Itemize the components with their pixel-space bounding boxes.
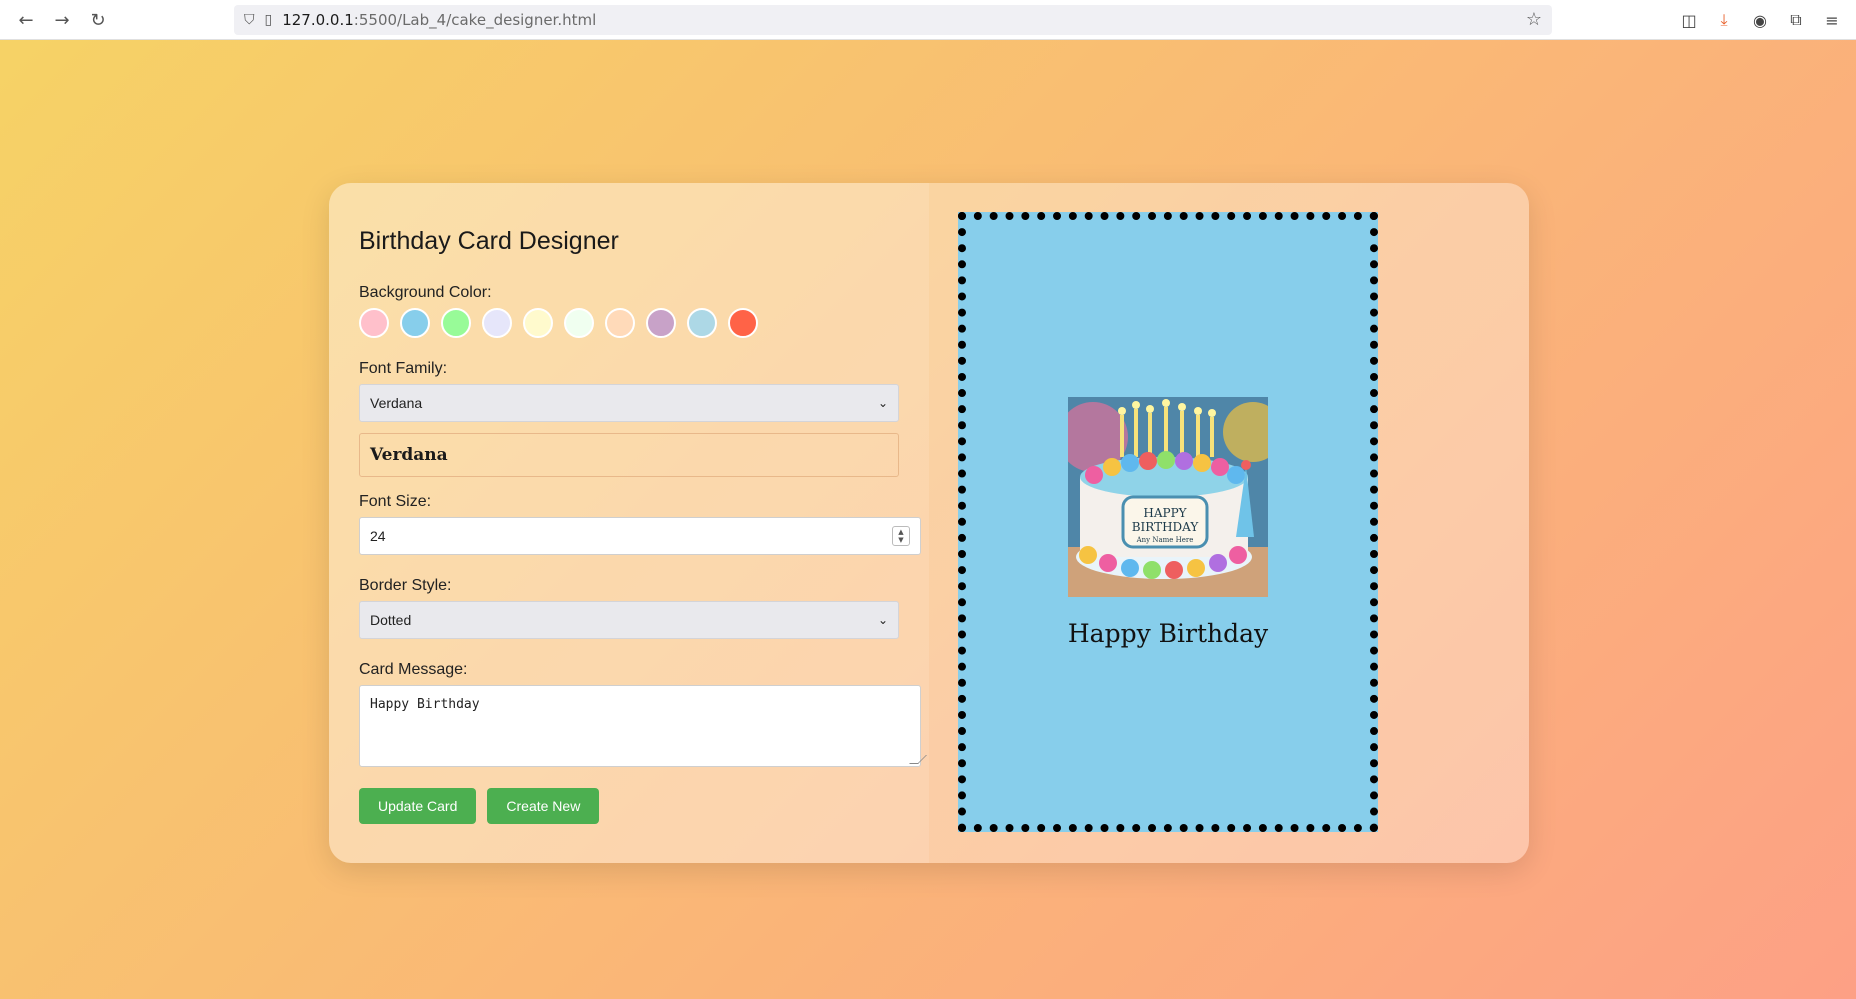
card-message-label: Card Message: — [359, 661, 468, 678]
color-swatch[interactable] — [728, 308, 758, 338]
extensions-icon[interactable]: ⧉ — [1784, 8, 1808, 32]
cake-text-line1: HAPPY — [1143, 506, 1187, 520]
page-icon: ▯ — [264, 12, 273, 28]
border-style-label: Border Style: — [359, 577, 452, 594]
font-family-label: Font Family: — [359, 360, 448, 377]
font-preview: Verdana — [359, 433, 899, 477]
url-path: :5500/Lab_4/cake_designer.html — [353, 11, 597, 29]
create-new-button[interactable]: Create New — [487, 788, 600, 824]
bookmark-star-icon[interactable]: ☆ — [1526, 9, 1542, 30]
font-size-input[interactable]: 24 ▲ ▼ — [359, 517, 921, 555]
account-icon[interactable]: ◉ — [1748, 8, 1772, 32]
font-family-select[interactable]: Verdana ⌄ — [359, 384, 899, 422]
color-swatch[interactable] — [523, 308, 553, 338]
color-swatch[interactable] — [687, 308, 717, 338]
menu-icon[interactable]: ≡ — [1820, 8, 1844, 32]
controls-panel: Birthday Card Designer Background Color:… — [329, 183, 929, 863]
card-message-value: Happy Birthday — [370, 697, 480, 712]
color-swatch[interactable] — [482, 308, 512, 338]
designer-container: Birthday Card Designer Background Color:… — [329, 183, 1529, 863]
chevron-down-icon: ⌄ — [877, 613, 888, 627]
url-host: 127.0.0.1 — [282, 11, 354, 29]
color-swatch[interactable] — [441, 308, 471, 338]
color-swatch[interactable] — [564, 308, 594, 338]
shield-icon: ⛉ — [244, 12, 255, 28]
reload-icon[interactable]: ↻ — [86, 8, 110, 32]
color-swatch[interactable] — [605, 308, 635, 338]
birthday-card-preview: HAPPY BIRTHDAY Any Name Here Happy Birth… — [958, 212, 1378, 832]
color-swatch[interactable] — [359, 308, 389, 338]
browser-toolbar: ← → ↻ ⛉ ▯ 127.0.0.1:5500/Lab_4/cake_desi… — [0, 0, 1856, 40]
font-size-label: Font Size: — [359, 493, 432, 510]
border-style-value: Dotted — [370, 612, 412, 628]
cake-text-line2: BIRTHDAY — [1132, 520, 1200, 534]
spinner-icon[interactable]: ▲ ▼ — [892, 526, 910, 546]
card-message-display: Happy Birthday — [1067, 618, 1269, 648]
color-swatches — [359, 308, 899, 338]
back-arrow-icon[interactable]: ← — [14, 8, 38, 32]
font-size-value: 24 — [370, 528, 386, 544]
background-color-label: Background Color: — [359, 284, 492, 301]
page-title: Birthday Card Designer — [359, 227, 619, 255]
border-style-select[interactable]: Dotted ⌄ — [359, 601, 899, 639]
button-row: Update Card Create New — [359, 788, 899, 824]
download-icon[interactable]: ⤓ — [1712, 8, 1736, 32]
cake-image: HAPPY BIRTHDAY Any Name Here — [1068, 396, 1268, 597]
pocket-icon[interactable]: ◫ — [1677, 8, 1701, 32]
cake-illustration: HAPPY BIRTHDAY Any Name Here — [1068, 396, 1268, 597]
address-bar[interactable]: ⛉ ▯ 127.0.0.1:5500/Lab_4/cake_designer.h… — [234, 5, 1552, 35]
font-family-value: Verdana — [370, 395, 423, 411]
chevron-down-icon: ⌄ — [877, 396, 888, 410]
card-message-textarea[interactable]: Happy Birthday — [359, 685, 927, 767]
color-swatch[interactable] — [400, 308, 430, 338]
color-swatch[interactable] — [646, 308, 676, 338]
resize-handle-icon[interactable] — [909, 755, 927, 764]
forward-arrow-icon[interactable]: → — [50, 8, 74, 32]
cake-text-line3: Any Name Here — [1136, 536, 1194, 544]
preview-panel: HAPPY BIRTHDAY Any Name Here Happy Birth… — [929, 183, 1529, 863]
update-card-button[interactable]: Update Card — [359, 788, 477, 824]
